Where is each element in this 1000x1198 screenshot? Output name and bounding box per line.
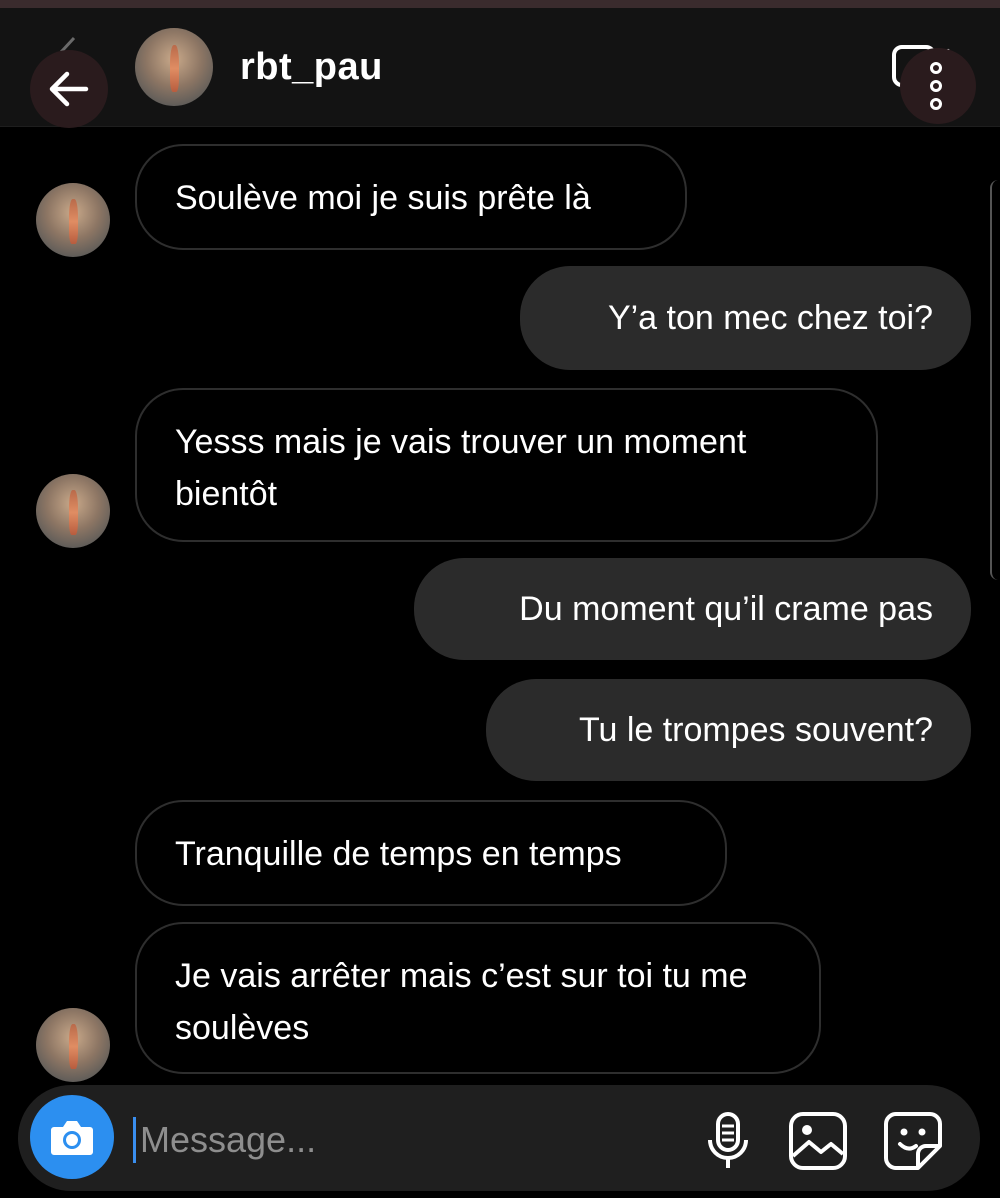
message-text: Je vais arrêter mais c’est sur toi tu me…: [175, 957, 748, 1047]
message-text: Du moment qu’il crame pas: [519, 590, 933, 628]
camera-button[interactable]: [30, 1095, 114, 1179]
microphone-icon[interactable]: [695, 1108, 761, 1174]
header-avatar[interactable]: [135, 28, 213, 106]
message-text: Tranquille de temps en temps: [175, 835, 622, 873]
sticker-icon[interactable]: [880, 1108, 946, 1174]
message-avatar[interactable]: [36, 474, 110, 548]
more-options-button[interactable]: [900, 48, 976, 124]
message-avatar[interactable]: [36, 183, 110, 257]
message-bubble-incoming[interactable]: Soulève moi je suis prête là: [135, 144, 687, 250]
message-bubble-outgoing[interactable]: Tu le trompes souvent?: [486, 679, 971, 781]
message-text: Y’a ton mec chez toi?: [607, 299, 933, 337]
message-bubble-outgoing[interactable]: Du moment qu’il crame pas: [414, 558, 971, 660]
status-strip: [0, 0, 1000, 8]
arrow-left-icon: [49, 71, 89, 107]
camera-icon: [51, 1121, 93, 1155]
image-gallery-icon[interactable]: [785, 1108, 851, 1174]
message-bubble-incoming[interactable]: Je vais arrêter mais c’est sur toi tu me…: [135, 922, 821, 1074]
scrollbar[interactable]: [990, 180, 1000, 580]
message-text: Tu le trompes souvent?: [578, 711, 933, 749]
message-input[interactable]: [138, 1110, 662, 1170]
message-bubble-outgoing[interactable]: Y’a ton mec chez toi?: [520, 266, 971, 370]
message-bubble-incoming[interactable]: Yesss mais je vais trouver un moment bie…: [135, 388, 878, 542]
message-text: Yesss mais je vais trouver un moment bie…: [175, 423, 747, 513]
message-bubble-incoming[interactable]: Tranquille de temps en temps: [135, 800, 727, 906]
more-dot: [930, 80, 942, 92]
back-button[interactable]: [30, 50, 108, 128]
username[interactable]: rbt_pau: [240, 46, 383, 89]
text-cursor: [133, 1117, 136, 1163]
more-vertical-icon: [930, 62, 942, 74]
message-avatar[interactable]: [36, 1008, 110, 1082]
message-text: Soulève moi je suis prête là: [175, 179, 591, 217]
chat-header: rbt_pau: [0, 8, 1000, 128]
more-dot: [930, 98, 942, 110]
